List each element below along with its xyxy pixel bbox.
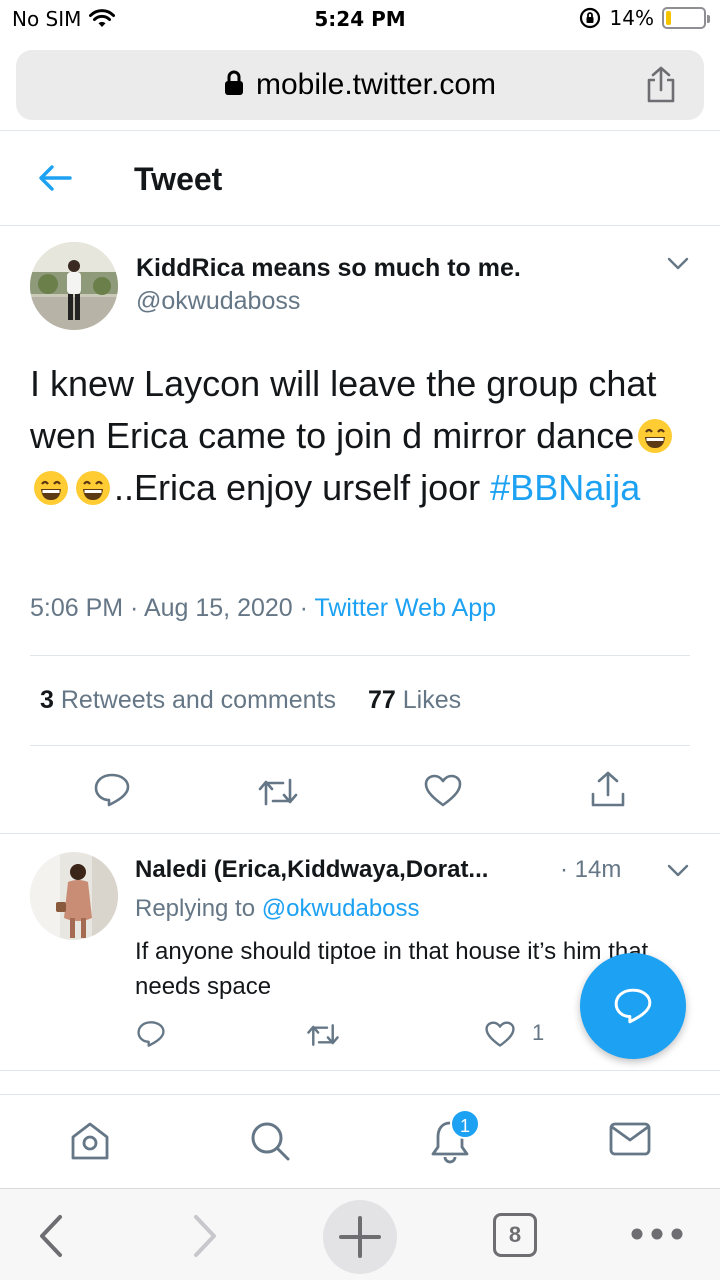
battery-level-fill	[666, 11, 672, 25]
grinning-emoji	[638, 419, 673, 454]
notification-badge: 1	[450, 1109, 480, 1139]
retweets-label: Retweets and comments	[60, 686, 336, 714]
divider	[0, 833, 720, 834]
tweet-time: 5:06 PM · Aug 15, 2020 ·	[30, 594, 315, 622]
more-options-icon[interactable]	[630, 1227, 684, 1241]
url-display[interactable]: mobile.twitter.com	[16, 68, 704, 102]
browser-toolbar: 8	[0, 1188, 720, 1280]
bottom-navigation	[0, 1094, 720, 1188]
compose-button[interactable]	[580, 953, 686, 1059]
new-tab-button[interactable]	[323, 1200, 397, 1274]
replying-to-handle[interactable]: @okwudaboss	[262, 895, 420, 922]
divider	[0, 1070, 720, 1071]
likes-label: Likes	[402, 686, 462, 714]
url-text: mobile.twitter.com	[255, 68, 497, 101]
divider	[0, 225, 720, 226]
avatar-image	[30, 242, 118, 330]
status-bar: No SIM 5:24 PM 14%	[0, 0, 720, 40]
tweet-stats: 3 Retweets and comments 77 Likes	[40, 686, 461, 715]
divider	[30, 745, 690, 746]
heart-icon[interactable]	[424, 774, 462, 808]
reply-like-count: 1	[532, 1020, 545, 1045]
author-name[interactable]: KiddRica means so much to me.	[136, 254, 521, 283]
retweet-icon[interactable]	[306, 1022, 340, 1048]
reply-time: · 14m	[560, 856, 622, 883]
heart-icon[interactable]	[485, 1021, 515, 1048]
likes-stat[interactable]: 77 Likes	[368, 686, 461, 714]
browser-forward-icon[interactable]	[190, 1213, 220, 1259]
grinning-emoji	[76, 471, 110, 506]
tweet-timestamp: 5:06 PM · Aug 15, 2020 · Twitter Web App	[30, 594, 496, 623]
reply-icon[interactable]	[136, 1020, 166, 1048]
author-avatar[interactable]	[30, 242, 118, 330]
tweet-text: I knew Laycon will leave the group chat …	[30, 358, 690, 514]
hashtag-link[interactable]: #BBNaija	[490, 467, 640, 508]
reply-author-name[interactable]: Naledi (Erica,Kiddwaya,Dorat...	[135, 856, 488, 884]
retweets-count: 3	[40, 686, 54, 714]
address-bar[interactable]: mobile.twitter.com	[16, 50, 704, 120]
compose-reply-icon	[614, 988, 652, 1024]
divider	[0, 130, 720, 131]
battery-percent: 14%	[609, 6, 654, 30]
share-icon[interactable]	[590, 770, 626, 808]
messages-mail-icon[interactable]	[608, 1119, 652, 1159]
status-right: 14%	[578, 6, 710, 30]
battery-icon	[662, 7, 710, 29]
lock-icon	[224, 70, 243, 96]
chevron-down-icon[interactable]	[666, 256, 690, 272]
replying-to-label: Replying to	[135, 895, 262, 922]
tweet-text-main: I knew Laycon will leave the group chat …	[30, 363, 657, 456]
home-icon[interactable]	[68, 1119, 112, 1163]
retweet-icon[interactable]	[257, 776, 299, 808]
orientation-lock-icon	[579, 7, 600, 29]
avatar-image	[30, 852, 118, 940]
retweets-stat[interactable]: 3 Retweets and comments	[40, 686, 336, 714]
browser-back-icon[interactable]	[36, 1213, 66, 1259]
reply-icon[interactable]	[93, 772, 131, 808]
back-arrow-icon[interactable]	[38, 163, 72, 193]
tweet-text-tail: ..Erica enjoy urself joor	[114, 467, 491, 508]
tweet-source-link[interactable]: Twitter Web App	[314, 594, 496, 622]
page-title: Tweet	[134, 161, 223, 197]
chevron-down-icon[interactable]	[666, 863, 690, 879]
plus-icon	[339, 1216, 381, 1258]
grinning-emoji	[34, 471, 68, 506]
tabs-button[interactable]: 8	[493, 1213, 537, 1257]
search-icon[interactable]	[248, 1119, 292, 1163]
share-icon[interactable]	[644, 66, 678, 104]
reply-author-avatar[interactable]	[30, 852, 118, 940]
author-handle[interactable]: @okwudaboss	[136, 287, 300, 316]
likes-count: 77	[367, 686, 396, 714]
replying-to: Replying to @okwudaboss	[135, 895, 420, 923]
divider	[30, 655, 690, 656]
